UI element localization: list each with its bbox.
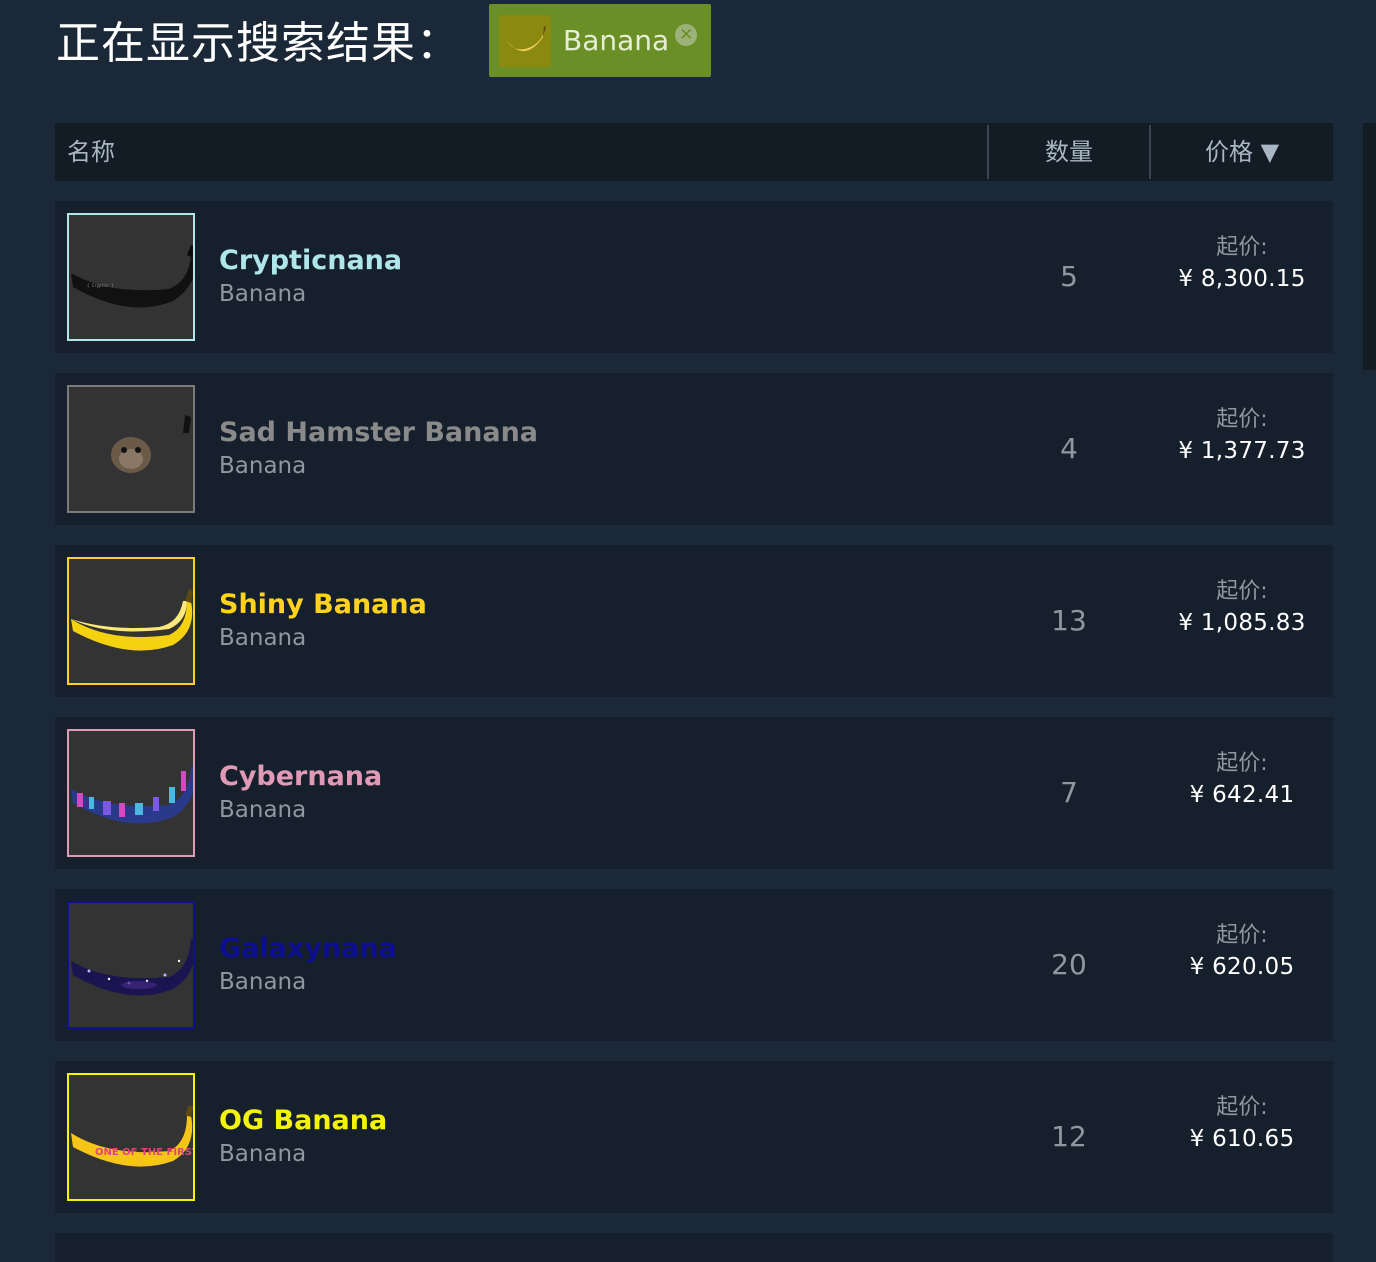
galaxy-banana-icon — [67, 901, 195, 1029]
item-name[interactable]: Crypticnana — [219, 245, 402, 276]
item-price: 起价: ¥ 8,300.15 — [1151, 233, 1333, 295]
item-game: Banana — [219, 969, 307, 995]
item-quantity: 5 — [1060, 260, 1078, 293]
black-banana-icon: [ Cryptic ] — [67, 213, 195, 341]
scrollbar[interactable] — [1363, 123, 1376, 370]
listing-row[interactable]: [ Cryptic ] Crypticnana Banana 5 起价: ¥ 8… — [55, 201, 1333, 353]
market-search-page: 正在显示搜索结果： Banana ✕ 名称 数量 价格 ▼ [ Cryptic … — [0, 0, 1376, 1262]
item-quantity: 20 — [1051, 948, 1087, 981]
price-label: 起价: — [1216, 235, 1268, 260]
column-header-name: 名称 — [67, 138, 115, 166]
price-label: 起价: — [1216, 1095, 1268, 1120]
item-name[interactable]: Sad Hamster Banana — [219, 417, 538, 448]
price-label: 起价: — [1216, 923, 1268, 948]
page-title: 正在显示搜索结果： — [56, 18, 461, 69]
filter-label: Banana — [563, 24, 670, 57]
price-value: ¥ 620.05 — [1189, 954, 1295, 980]
banana-thumbnail-icon — [499, 14, 551, 67]
item-quantity: 13 — [1051, 604, 1087, 637]
price-label: 起价: — [1216, 579, 1268, 604]
yellow-banana-icon — [67, 557, 195, 685]
listing-row[interactable]: ONE OF THE FIRST OG Banana Banana 12 起价:… — [55, 1061, 1333, 1213]
price-value: ¥ 1,085.83 — [1178, 610, 1306, 636]
hamster-icon — [67, 385, 195, 513]
item-game: Banana — [219, 797, 307, 823]
price-value: ¥ 1,377.73 — [1178, 438, 1306, 464]
item-price: 起价: ¥ 1,085.83 — [1151, 577, 1333, 639]
listing-row-partial[interactable] — [55, 1233, 1333, 1262]
price-label: 起价: — [1216, 407, 1268, 432]
search-filter-tag[interactable]: Banana ✕ — [489, 4, 711, 77]
remove-filter-icon[interactable]: ✕ — [675, 23, 698, 46]
column-header-price-sort[interactable]: 价格 ▼ — [1151, 123, 1333, 181]
results-table-header: 名称 数量 价格 ▼ — [55, 123, 1333, 181]
item-game: Banana — [219, 281, 307, 307]
item-name[interactable]: Cybernana — [219, 761, 382, 792]
cyber-banana-icon — [67, 729, 195, 857]
item-name[interactable]: Shiny Banana — [219, 589, 427, 620]
item-quantity: 4 — [1060, 432, 1078, 465]
price-label: 起价: — [1216, 751, 1268, 776]
svg-text:[ Cryptic ]: [ Cryptic ] — [87, 283, 114, 288]
price-value: ¥ 8,300.15 — [1178, 266, 1306, 292]
listing-row[interactable]: Sad Hamster Banana Banana 4 起价: ¥ 1,377.… — [55, 373, 1333, 525]
item-price: 起价: ¥ 620.05 — [1151, 921, 1333, 983]
item-name[interactable]: Galaxynana — [219, 933, 397, 964]
price-value: ¥ 610.65 — [1189, 1126, 1295, 1152]
item-game: Banana — [219, 1141, 307, 1167]
item-price: 起价: ¥ 1,377.73 — [1151, 405, 1333, 467]
item-game: Banana — [219, 453, 307, 479]
listing-row[interactable]: Shiny Banana Banana 13 起价: ¥ 1,085.83 — [55, 545, 1333, 697]
price-value: ¥ 642.41 — [1189, 782, 1295, 808]
item-game: Banana — [219, 625, 307, 651]
item-quantity: 12 — [1051, 1120, 1087, 1153]
item-quantity: 7 — [1060, 776, 1078, 809]
item-price: 起价: ¥ 642.41 — [1151, 749, 1333, 811]
item-price: 起价: ¥ 610.65 — [1151, 1093, 1333, 1155]
item-name[interactable]: OG Banana — [219, 1105, 387, 1136]
column-header-quantity[interactable]: 数量 — [989, 123, 1149, 181]
listing-row[interactable]: Cybernana Banana 7 起价: ¥ 642.41 — [55, 717, 1333, 869]
og-banana-icon: ONE OF THE FIRST — [67, 1073, 195, 1201]
og-banana-caption: ONE OF THE FIRST — [95, 1147, 193, 1158]
listing-row[interactable]: Galaxynana Banana 20 起价: ¥ 620.05 — [55, 889, 1333, 1041]
